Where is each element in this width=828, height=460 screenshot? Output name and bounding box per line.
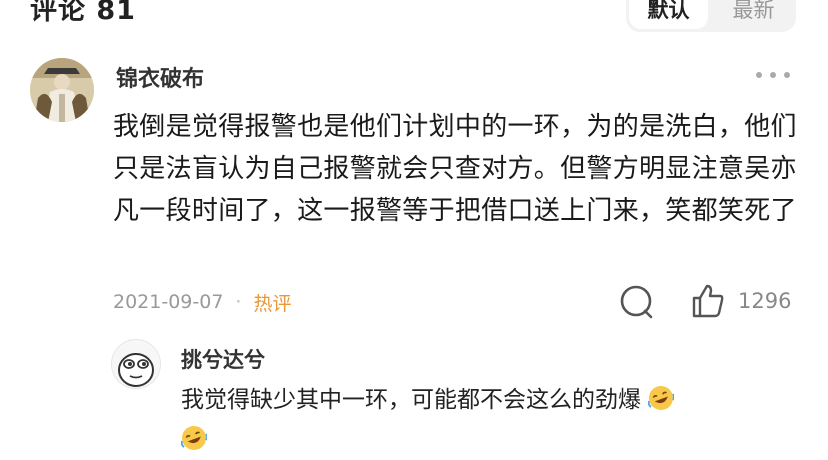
more-options-icon[interactable] [752,67,794,81]
reply-text: 我觉得缺少其中一环，可能都不会这么的劲爆 [181,387,641,413]
sort-toggle: 默认 最新 [626,0,796,32]
comment-date: 2021-09-07 [113,291,224,313]
hot-comment-badge: 热评 [253,292,292,315]
reply-username[interactable]: 挑兮达兮 [181,344,265,374]
reply-bubble-icon[interactable] [618,284,656,320]
reply-avatar-image [112,340,160,388]
reply-avatar[interactable] [111,339,161,389]
rofl-emoji-icon [648,386,675,410]
thumbs-up-icon[interactable] [690,283,726,319]
comment-body: 我倒是觉得报警也是他们计划中的一环，为的是洗白，他们只是法盲认为自己报警就会只查… [113,112,797,226]
meta-separator: · [235,291,242,313]
reply-body: 我觉得缺少其中一环，可能都不会这么的劲爆 [181,380,801,460]
avatar-image [30,58,94,122]
rofl-emoji-icon [181,426,207,450]
sort-latest-button[interactable]: 最新 [714,0,793,29]
avatar[interactable] [30,58,94,122]
comment-meta: 2021-09-07 · 热评 [113,286,291,318]
comment-username[interactable]: 锦衣破布 [116,61,204,93]
comments-count-title: 评论 81 [30,0,136,26]
sort-default-button[interactable]: 默认 [629,0,708,29]
like-count: 1296 [738,289,792,313]
